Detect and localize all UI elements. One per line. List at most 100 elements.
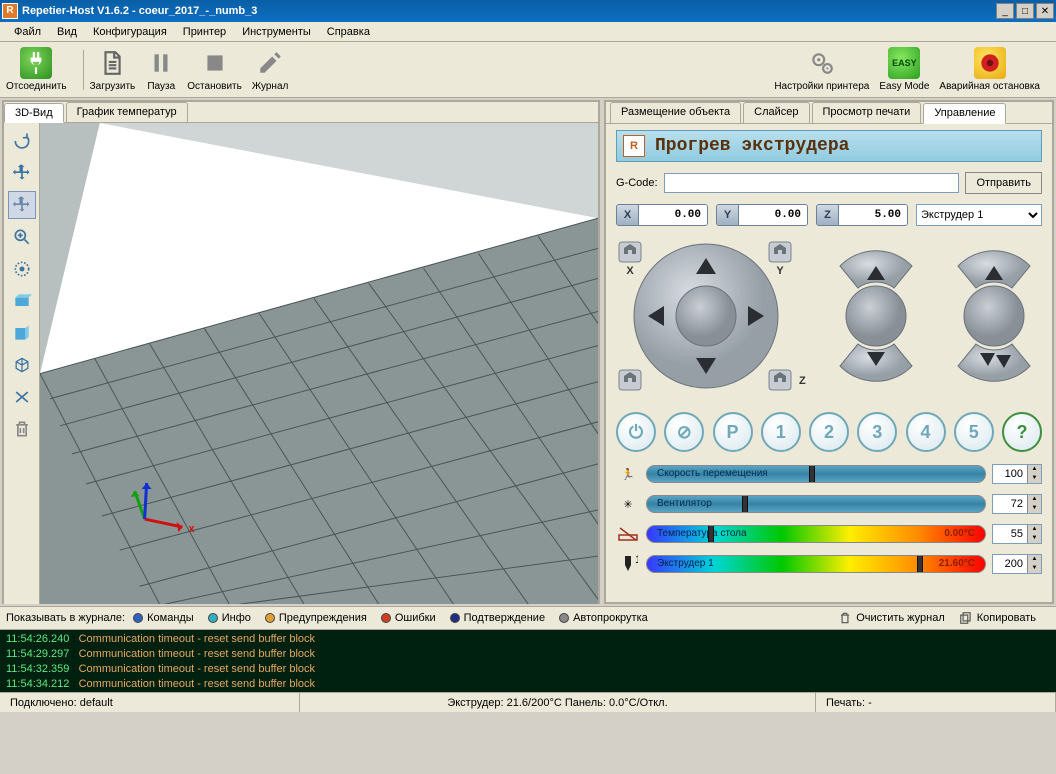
- svg-text:1: 1: [635, 555, 638, 566]
- xy-dpad[interactable]: [634, 244, 778, 388]
- tab-placement[interactable]: Размещение объекта: [610, 102, 741, 123]
- emergency-icon: [974, 47, 1006, 79]
- fan-icon: ✳: [616, 494, 640, 514]
- home-y-button[interactable]: Y: [769, 242, 791, 277]
- window-close-button[interactable]: ✕: [1036, 3, 1054, 19]
- z-dpad[interactable]: [840, 251, 912, 382]
- help-button[interactable]: ?: [1002, 412, 1042, 452]
- movement-controls: X Y Z: [616, 236, 1042, 396]
- status-temps: Экструдер: 21.6/200°C Панель: 0.0°C/Откл…: [300, 693, 816, 712]
- tab-slicer[interactable]: Слайсер: [743, 102, 809, 123]
- home-z-button[interactable]: Z: [769, 370, 806, 390]
- 3d-viewport[interactable]: x: [40, 123, 598, 604]
- rotate-view-button[interactable]: [8, 127, 36, 155]
- window-title: Repetier-Host V1.6.2 - coeur_2017_-_numb…: [22, 5, 994, 17]
- tab-temp-graph[interactable]: График температур: [66, 102, 188, 122]
- home-all-button[interactable]: [619, 370, 641, 390]
- easy-icon: EASY: [888, 47, 920, 79]
- speed-spinner[interactable]: ▲▼: [992, 464, 1042, 484]
- move-object-button[interactable]: [8, 191, 36, 219]
- pause-button[interactable]: Пауза: [145, 47, 177, 92]
- svg-text:x: x: [188, 523, 195, 535]
- log-output[interactable]: 11:54:26.240 : Communication timeout - r…: [0, 630, 1056, 692]
- status-connection: Подключено: default: [0, 693, 300, 712]
- status-bar: Подключено: default Экструдер: 21.6/200°…: [0, 692, 1056, 712]
- document-icon: [96, 47, 128, 79]
- panel-header: R Прогрев экструдера: [616, 130, 1042, 162]
- app-icon: R: [2, 3, 18, 19]
- preset-2-button[interactable]: 2: [809, 412, 849, 452]
- pencil-icon: [254, 47, 286, 79]
- printer-settings-button[interactable]: Настройки принтера: [774, 47, 869, 92]
- gcode-label: G-Code:: [616, 177, 658, 189]
- zoom-button[interactable]: [8, 223, 36, 251]
- fan-slider[interactable]: Вентилятор: [646, 495, 986, 513]
- log-button[interactable]: Журнал: [252, 47, 289, 92]
- bed-icon: [616, 524, 640, 544]
- load-button[interactable]: Загрузить: [90, 47, 136, 92]
- stop-icon: [199, 47, 231, 79]
- log-filter-warn[interactable]: Предупреждения: [265, 612, 367, 624]
- window-minimize-button[interactable]: _: [996, 3, 1014, 19]
- tab-preview[interactable]: Просмотр печати: [812, 102, 922, 123]
- log-filter-err[interactable]: Ошибки: [381, 612, 436, 624]
- panel-header-icon: R: [623, 135, 645, 157]
- svg-text:Y: Y: [776, 265, 784, 277]
- emergency-stop-button[interactable]: Аварийная остановка: [939, 47, 1040, 92]
- move-view-button[interactable]: [8, 159, 36, 187]
- window-maximize-button[interactable]: □: [1016, 3, 1034, 19]
- log-copy-button[interactable]: Копировать: [959, 611, 1036, 625]
- fan-spinner[interactable]: ▲▼: [992, 494, 1042, 514]
- main-toolbar: Отсоединить Загрузить Пауза Остановить Ж…: [0, 42, 1056, 98]
- log-toolbar: Показывать в журнале: Команды Инфо Преду…: [0, 606, 1056, 630]
- home-x-button[interactable]: X: [619, 242, 641, 277]
- top-view-button[interactable]: [8, 287, 36, 315]
- extruder-dpad[interactable]: [958, 251, 1030, 382]
- menu-file[interactable]: Файл: [6, 23, 49, 41]
- preset-1-button[interactable]: 1: [761, 412, 801, 452]
- extruder-temp-slider[interactable]: Экструдер 1 21.60°C: [646, 555, 986, 573]
- gcode-input[interactable]: [664, 173, 960, 193]
- menu-tools[interactable]: Инструменты: [234, 23, 319, 41]
- preset-4-button[interactable]: 4: [906, 412, 946, 452]
- extruder-icon: 1: [616, 554, 640, 574]
- menu-help[interactable]: Справка: [319, 23, 378, 41]
- front-view-button[interactable]: [8, 319, 36, 347]
- menu-printer[interactable]: Принтер: [175, 23, 234, 41]
- gears-icon: [806, 47, 838, 79]
- viewport-pane: 3D-Вид График температур: [2, 100, 600, 604]
- coord-x[interactable]: X0.00: [616, 204, 708, 226]
- disconnect-button[interactable]: Отсоединить: [6, 47, 67, 92]
- extruder-select[interactable]: Экструдер 1: [916, 204, 1042, 226]
- menubar: Файл Вид Конфигурация Принтер Инструмент…: [0, 22, 1056, 42]
- extruder-temp-spinner[interactable]: ▲▼: [992, 554, 1042, 574]
- log-filter-commands[interactable]: Команды: [133, 612, 194, 624]
- parallel-view-button[interactable]: [8, 383, 36, 411]
- preset-5-button[interactable]: 5: [954, 412, 994, 452]
- log-filter-ack[interactable]: Подтверждение: [450, 612, 545, 624]
- speed-slider[interactable]: Скорость перемещения: [646, 465, 986, 483]
- viewport-toolbar: [4, 123, 40, 604]
- delete-button[interactable]: [8, 415, 36, 443]
- log-filter-info[interactable]: Инфо: [208, 612, 251, 624]
- menu-config[interactable]: Конфигурация: [85, 23, 175, 41]
- tab-3d-view[interactable]: 3D-Вид: [4, 103, 64, 123]
- easy-mode-button[interactable]: EASY Easy Mode: [879, 47, 929, 92]
- gcode-send-button[interactable]: Отправить: [965, 172, 1042, 194]
- bed-temp-slider[interactable]: Температура стола 0.00°C: [646, 525, 986, 543]
- menu-view[interactable]: Вид: [49, 23, 85, 41]
- svg-text:X: X: [626, 265, 634, 277]
- park-button[interactable]: P: [713, 412, 753, 452]
- motors-off-button[interactable]: ⊘: [664, 412, 704, 452]
- log-clear-button[interactable]: Очистить журнал: [838, 611, 945, 625]
- tab-control[interactable]: Управление: [923, 103, 1006, 124]
- power-button[interactable]: ⏻: [616, 412, 656, 452]
- coord-z[interactable]: Z5.00: [816, 204, 908, 226]
- bed-temp-spinner[interactable]: ▲▼: [992, 524, 1042, 544]
- stop-button[interactable]: Остановить: [187, 47, 242, 92]
- log-autoscroll[interactable]: Автопрокрутка: [559, 612, 648, 624]
- iso-view-button[interactable]: [8, 351, 36, 379]
- coord-y[interactable]: Y0.00: [716, 204, 808, 226]
- preset-3-button[interactable]: 3: [857, 412, 897, 452]
- zoom-fit-button[interactable]: [8, 255, 36, 283]
